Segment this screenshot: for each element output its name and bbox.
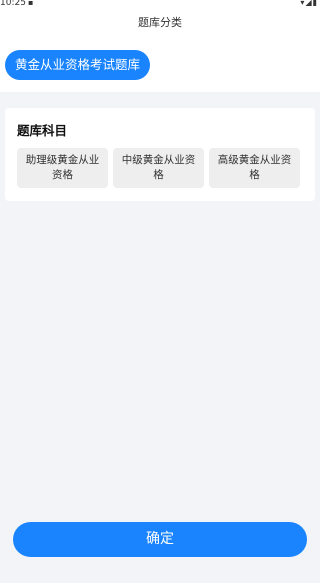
sim-card-icon: ▪ <box>28 0 34 7</box>
subject-card: 题库科目 助理级黄金从业资格 中级黄金从业资格 高级黄金从业资格 <box>5 108 315 201</box>
header: 题库分类 <box>0 10 320 36</box>
subject-item-assistant[interactable]: 助理级黄金从业资格 <box>17 148 108 188</box>
subject-grid: 助理级黄金从业资格 中级黄金从业资格 高级黄金从业资格 <box>17 148 303 188</box>
confirm-button[interactable]: 确定 <box>13 522 307 557</box>
status-time: 10:25 <box>0 0 26 8</box>
status-bar: 10:25 ▪ ▾◢▮ <box>0 0 320 10</box>
subject-item-intermediate[interactable]: 中级黄金从业资格 <box>113 148 204 188</box>
subject-item-senior[interactable]: 高级黄金从业资格 <box>209 148 300 188</box>
subject-section-title: 题库科目 <box>17 123 68 138</box>
category-chip-gold-qualification[interactable]: 黄金从业资格考试题库 <box>5 50 151 80</box>
page-title: 题库分类 <box>138 16 182 29</box>
category-section: 黄金从业资格考试题库 <box>0 36 320 92</box>
wifi-signal-battery-icons: ▾◢▮ <box>300 0 318 7</box>
